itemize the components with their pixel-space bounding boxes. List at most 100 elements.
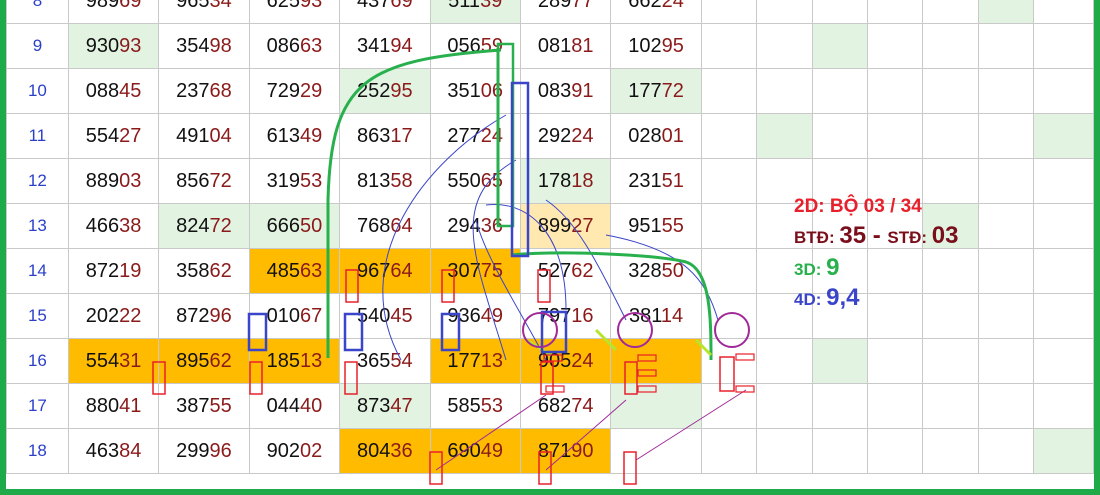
result-cell [610,338,702,384]
row-number: 12 [6,158,69,204]
result-cell: 27724 [429,113,521,159]
result-cell: 32850 [610,248,702,294]
std-label: STĐ: [887,228,928,247]
result-cell: 48563 [248,248,341,294]
number-head: 967 [357,260,391,282]
number-tail: 24 [661,0,684,12]
number-head: 341 [357,35,391,57]
number-tail: 64 [390,215,413,237]
result-cell: 82472 [158,203,250,249]
empty-cell [922,68,979,114]
empty-cell [700,383,758,429]
result-cell: 89927 [519,203,612,249]
empty-cell [977,23,1035,69]
empty-cell [811,23,869,69]
result-cell: 55065 [429,158,521,204]
d3-value: 9 [826,254,840,281]
empty-cell [922,338,979,384]
number-tail: 95 [661,35,684,57]
number-head: 044 [266,395,300,417]
number-tail: 62 [571,260,594,282]
empty-cell [867,23,924,69]
empty-cell [756,113,813,159]
result-cell: 87296 [158,293,250,339]
number-tail: 72 [661,80,684,102]
number-head: 086 [266,35,300,57]
row-number: 17 [6,383,69,429]
result-cell: 68274 [519,383,612,429]
number-head: 237 [176,80,210,102]
result-cell: 04440 [248,383,341,429]
number-head: 437 [357,0,391,12]
number-head: 905 [537,350,572,372]
result-cell: 88903 [67,158,160,204]
empty-cell [811,338,869,384]
number-head: 550 [447,170,481,192]
number-tail: 55 [661,215,684,237]
number-tail: 90 [571,440,594,462]
result-cell: 20222 [67,293,160,339]
empty-cell [977,113,1035,159]
empty-cell [977,428,1035,474]
number-head: 527 [537,260,572,282]
number-tail: 49 [299,125,323,147]
number-tail: 98 [209,35,232,57]
number-tail: 50 [661,260,684,282]
d4-label: 4D: [794,290,822,309]
row-number: 18 [6,428,69,474]
number-tail: 03 [119,170,142,192]
result-cell: 08663 [248,23,341,69]
number-head: 177 [447,350,481,372]
number-head: 797 [537,305,572,327]
empty-cell [811,68,869,114]
number-tail: 27 [571,215,594,237]
number-tail: 06 [480,80,504,102]
result-cell: 46384 [67,428,160,474]
result-cell: 08391 [519,68,612,114]
number-tail: 81 [571,35,594,57]
number-tail: 18 [571,170,594,192]
number-tail: 51 [661,170,684,192]
number-head: 872 [176,305,210,327]
number-tail: 95 [390,80,413,102]
result-cell: 76864 [339,203,431,249]
number-tail: 91 [571,80,594,102]
table-row: 8 98969 96534 62593 43769 51139 28977 66224 [6,0,1094,24]
legend-4d: 4D: 9,4 [794,284,958,312]
result-cell: 62593 [248,0,341,24]
number-head: 880 [85,395,120,417]
result-cell [610,428,702,474]
result-cell: 87347 [339,383,431,429]
number-tail: 68 [209,80,232,102]
number-head: 365 [357,350,391,372]
table-row: 17 88041 38755 04440 87347 58553 68274 [6,383,1094,429]
number-head: 177 [628,80,662,102]
empty-cell [756,23,813,69]
result-cell: 86317 [339,113,431,159]
result-cell: 81358 [339,158,431,204]
result-cell [610,383,702,429]
number-head: 381 [629,305,661,327]
number-head: 930 [85,35,120,57]
result-cell: 96764 [339,248,431,294]
btd-value: 35 [839,222,867,249]
empty-cell [700,203,758,249]
result-cell: 35498 [158,23,250,69]
result-cell: 46638 [67,203,160,249]
row-number: 8 [6,0,69,24]
number-head: 585 [447,395,481,417]
number-head: 491 [176,125,210,147]
number-tail: 24 [571,125,594,147]
empty-cell [922,23,979,69]
number-tail: 93 [119,35,142,57]
number-tail: 50 [299,215,323,237]
empty-cell [1033,338,1094,384]
number-head: 102 [628,35,662,57]
number-tail: 36 [480,215,504,237]
empty-cell [700,23,758,69]
empty-cell [756,0,813,24]
empty-cell [977,293,1035,339]
number-tail: 65 [480,170,504,192]
empty-cell [700,338,758,384]
result-cell: 35106 [429,68,521,114]
